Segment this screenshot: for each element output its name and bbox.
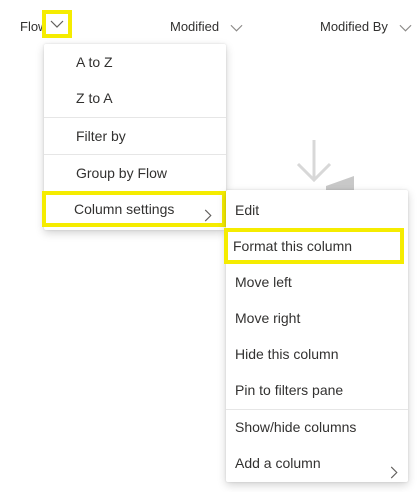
chevron-right-icon <box>204 203 212 231</box>
menu-item-move-left[interactable]: Move left <box>226 264 408 300</box>
chevron-down-icon[interactable] <box>399 24 412 32</box>
chevron-down-icon[interactable] <box>230 24 243 32</box>
menu-item-hide-this-column[interactable]: Hide this column <box>226 336 408 372</box>
menu-item-show-hide-columns[interactable]: Show/hide columns <box>226 409 408 445</box>
menu-item-filter-by[interactable]: Filter by <box>44 118 226 154</box>
menu-item-label: Hide this column <box>235 346 339 362</box>
menu-item-label: Group by Flow <box>76 165 168 181</box>
modified-by-column-label: Modified By <box>320 19 388 34</box>
menu-item-column-settings[interactable]: Column settings <box>42 191 226 227</box>
menu-item-label: Move left <box>235 274 292 290</box>
column-context-menu: A to Z Z to A Filter by Group by Flow Co… <box>42 44 226 230</box>
menu-item-edit[interactable]: Edit <box>226 192 408 228</box>
menu-item-label: Move right <box>235 310 301 326</box>
menu-item-label: Filter by <box>76 128 126 144</box>
chevron-down-icon <box>50 20 64 28</box>
menu-item-z-to-a[interactable]: Z to A <box>44 80 226 116</box>
modified-column-header[interactable]: Modified <box>170 19 243 34</box>
column-settings-submenu: Edit Format this column Move left Move r… <box>224 190 408 482</box>
menu-item-pin-to-filters-pane[interactable]: Pin to filters pane <box>226 372 408 408</box>
menu-item-add-a-column[interactable]: Add a column <box>226 445 408 481</box>
menu-item-label: Show/hide columns <box>235 419 357 435</box>
flow-column-header[interactable]: Flow <box>20 19 43 34</box>
menu-item-a-to-z[interactable]: A to Z <box>44 44 226 80</box>
modified-column-label: Modified <box>170 19 220 34</box>
menu-item-label: Column settings <box>74 201 175 217</box>
menu-item-label: Z to A <box>76 90 113 106</box>
chevron-right-icon <box>390 456 398 492</box>
menu-item-label: Edit <box>235 202 260 218</box>
menu-item-label: Add a column <box>235 455 321 471</box>
menu-item-label: A to Z <box>76 54 113 70</box>
modified-by-column-header[interactable]: Modified By <box>320 19 412 34</box>
menu-item-label: Format this column <box>233 238 353 254</box>
flow-column-label: Flow <box>20 19 43 34</box>
flow-column-dropdown-button[interactable] <box>42 10 72 38</box>
download-arrow-illustration-icon <box>286 138 356 198</box>
menu-item-group-by-flow[interactable]: Group by Flow <box>44 155 226 191</box>
menu-item-label: Pin to filters pane <box>235 382 344 398</box>
menu-item-move-right[interactable]: Move right <box>226 300 408 336</box>
menu-item-format-this-column[interactable]: Format this column <box>224 228 404 264</box>
